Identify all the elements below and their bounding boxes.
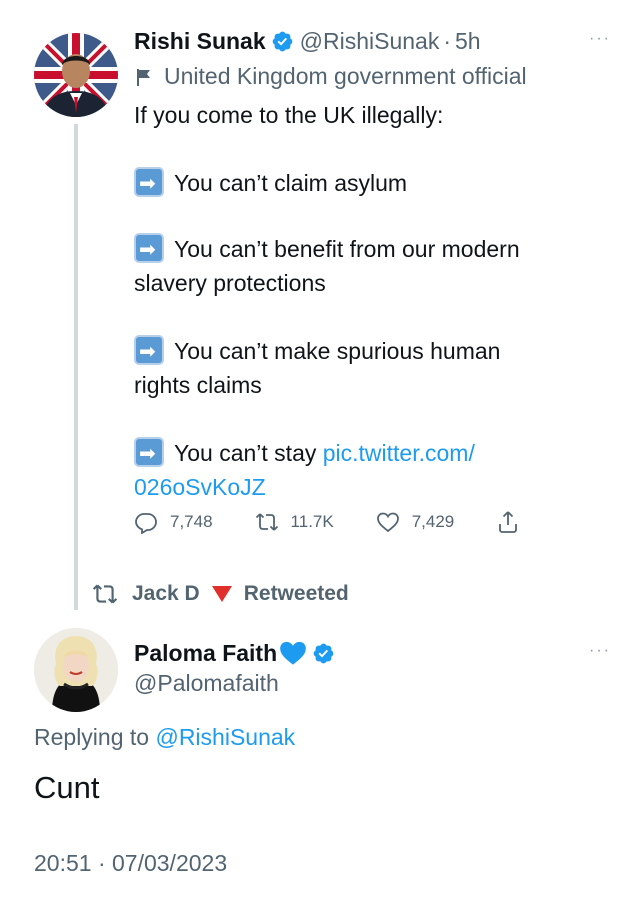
retweet-button[interactable]: 11.7K (255, 510, 334, 534)
tweet-actions: 7,748 11.7K 7,429 (134, 510, 574, 534)
right-arrow-emoji-icon (134, 166, 164, 200)
tweet-line: You can’t benefit from our modern (134, 232, 520, 266)
retweet-count: 11.7K (290, 512, 334, 531)
reply-count: 7,748 (170, 512, 213, 531)
profile-photo (34, 628, 118, 712)
reply-icon (135, 513, 157, 534)
media-link[interactable]: pic.twitter.com/ (323, 440, 475, 466)
retweeted-label: Retweeted (243, 582, 349, 605)
right-arrow-emoji-icon (134, 334, 164, 368)
tweet-line: You can’t stay pic.twitter.com/ (134, 436, 475, 470)
media-link[interactable]: 026oSvKoJZ (134, 470, 266, 504)
author-name[interactable]: Paloma Faith (134, 640, 277, 667)
timestamp[interactable]: 20:51 · 07/03/2023 (34, 850, 227, 877)
replying-to-link[interactable]: @RishiSunak (155, 724, 295, 750)
heart-icon (376, 512, 399, 533)
flag-icon (134, 66, 154, 86)
tweet-line: You can’t claim asylum (134, 166, 407, 200)
avatar[interactable] (34, 628, 118, 712)
retweet-icon (255, 513, 278, 531)
more-options-icon[interactable]: ··· (589, 642, 611, 660)
reply-body: Cunt (34, 770, 100, 805)
like-count: 7,429 (411, 512, 455, 531)
replying-to: Replying to @RishiSunak (34, 724, 295, 751)
right-arrow-emoji-icon (134, 232, 164, 266)
separator-dot: · (443, 27, 452, 54)
author-name[interactable]: Rishi Sunak (134, 28, 266, 55)
more-options-icon[interactable]: ··· (589, 30, 611, 48)
author-handle[interactable]: @RishiSunak (300, 28, 440, 55)
tweet-header: Rishi Sunak @RishiSunak · 5h (134, 24, 481, 58)
verified-badge-icon (312, 642, 335, 665)
tweet-original[interactable]: Rishi Sunak @RishiSunak · 5h ··· United … (0, 0, 639, 610)
tweet-time[interactable]: 5h (455, 28, 481, 55)
share-button[interactable] (496, 510, 532, 534)
retweet-notice[interactable]: Jack D Retweeted (92, 578, 349, 610)
avatar[interactable] (34, 33, 118, 117)
blue-heart-emoji-icon (279, 640, 307, 666)
thread-connector-line (74, 124, 78, 610)
right-arrow-emoji-icon (134, 436, 164, 470)
account-label[interactable]: United Kingdom government official (134, 60, 527, 92)
like-button[interactable]: 7,429 (376, 510, 455, 534)
reply-button[interactable]: 7,748 (134, 510, 213, 534)
profile-photo (34, 33, 118, 117)
tweet-line: rights claims (134, 372, 262, 398)
red-triangle-emoji-icon (211, 586, 232, 602)
tweet-line: slavery protections (134, 270, 326, 296)
retweet-icon (92, 584, 118, 604)
share-icon (499, 511, 518, 533)
replying-prefix: Replying to (34, 724, 156, 750)
tweet-line: You can’t make spurious human (134, 334, 500, 368)
account-label-text: United Kingdom government official (164, 62, 527, 89)
tweet-line: If you come to the UK illegally: (134, 102, 444, 128)
author-handle[interactable]: @Palomafaith (134, 670, 279, 697)
retweeter-name: Jack D (132, 582, 200, 605)
reply-header: Paloma Faith (134, 636, 335, 670)
verified-badge-icon (271, 30, 294, 53)
